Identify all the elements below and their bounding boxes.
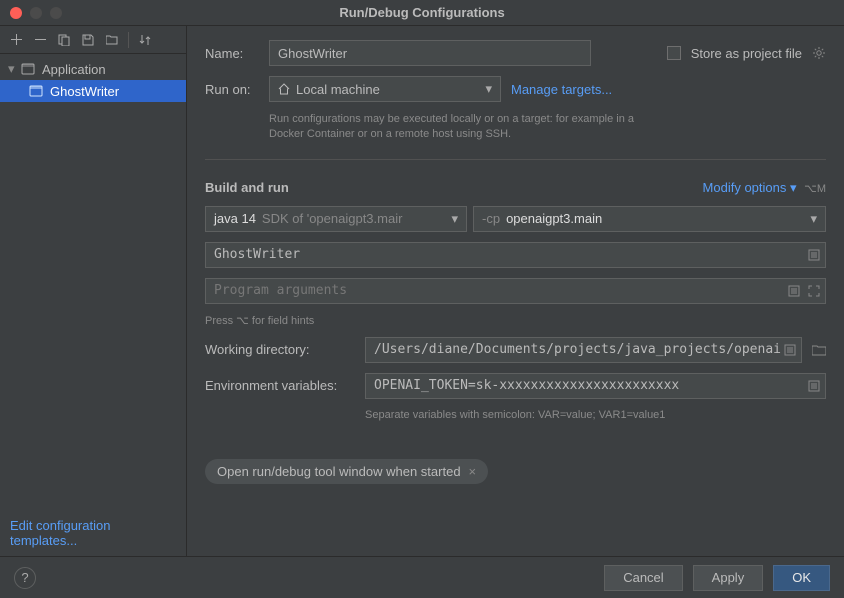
- tree-node-label: GhostWriter: [50, 84, 119, 99]
- run-on-hint: Run configurations may be executed local…: [269, 112, 649, 143]
- gear-icon[interactable]: [812, 46, 826, 60]
- manage-targets-link[interactable]: Manage targets...: [511, 82, 612, 97]
- browse-icon[interactable]: [808, 249, 820, 261]
- run-on-value: Local machine: [296, 82, 380, 97]
- browse-env-icon[interactable]: [808, 380, 820, 392]
- chevron-down-icon: ▾: [485, 81, 492, 97]
- tree-node-ghostwriter[interactable]: GhostWriter: [0, 80, 186, 102]
- save-icon[interactable]: [80, 32, 96, 48]
- env-field[interactable]: OPENAI_TOKEN=sk-xxxxxxxxxxxxxxxxxxxxxxx: [365, 373, 826, 399]
- cp-value: openaigpt3.main: [506, 211, 602, 226]
- window-title: Run/Debug Configurations: [339, 5, 504, 20]
- minimize-window-icon: [30, 7, 42, 19]
- modify-options-link[interactable]: Modify options: [703, 180, 787, 195]
- wd-value: /Users/diane/Documents/projects/java_pro…: [374, 342, 781, 357]
- home-icon: [278, 83, 290, 95]
- window-controls: [10, 7, 62, 19]
- env-label: Environment variables:: [205, 378, 355, 393]
- program-args-field[interactable]: Program arguments: [205, 278, 826, 304]
- folder-icon[interactable]: [812, 344, 826, 356]
- cancel-button[interactable]: Cancel: [604, 565, 682, 591]
- ok-button[interactable]: OK: [773, 565, 830, 591]
- open-tool-window-tag[interactable]: Open run/debug tool window when started …: [205, 459, 488, 484]
- chevron-down-icon: ▾: [8, 61, 20, 77]
- classpath-dropdown[interactable]: -cp openaigpt3.main ▾: [473, 206, 826, 232]
- env-hint: Separate variables with semicolon: VAR=v…: [365, 409, 826, 421]
- chevron-down-icon: ▾: [451, 211, 458, 227]
- tag-label: Open run/debug tool window when started: [217, 464, 461, 479]
- titlebar: Run/Debug Configurations: [0, 0, 844, 26]
- add-icon[interactable]: [8, 32, 24, 48]
- copy-icon[interactable]: [56, 32, 72, 48]
- chevron-down-icon: ▾: [810, 211, 817, 227]
- field-hints: Press ⌥ for field hints: [205, 314, 826, 327]
- jdk-dropdown[interactable]: java 14 SDK of 'openaigpt3.mair ▾: [205, 206, 467, 232]
- chevron-down-icon: ▾: [790, 180, 797, 195]
- insert-macro-icon[interactable]: [788, 285, 800, 297]
- wd-label: Working directory:: [205, 342, 355, 357]
- sort-icon[interactable]: [137, 32, 153, 48]
- name-field[interactable]: GhostWriter: [269, 40, 591, 66]
- expand-icon[interactable]: [808, 285, 820, 297]
- jdk-hint: SDK of 'openaigpt3.mair: [262, 211, 403, 226]
- cp-prefix: -cp: [482, 211, 500, 226]
- jdk-value: java 14: [214, 211, 256, 226]
- maximize-window-icon: [50, 7, 62, 19]
- run-on-dropdown[interactable]: Local machine ▾: [269, 76, 501, 102]
- main-class-field[interactable]: GhostWriter: [205, 242, 826, 268]
- run-config-icon: [28, 83, 44, 99]
- remove-icon[interactable]: [32, 32, 48, 48]
- program-args-placeholder: Program arguments: [214, 283, 347, 298]
- sidebar: ▾ Application GhostWriter Edit configura…: [0, 26, 187, 556]
- separator: [205, 159, 826, 160]
- store-project-file-checkbox[interactable]: [667, 46, 681, 60]
- edit-templates-link[interactable]: Edit configuration templates...: [0, 510, 186, 556]
- store-project-file-label: Store as project file: [691, 46, 802, 61]
- close-icon[interactable]: ×: [469, 464, 477, 479]
- run-on-label: Run on:: [205, 82, 259, 97]
- folder-open-icon[interactable]: [104, 32, 120, 48]
- inline-browse-icon[interactable]: [784, 344, 796, 356]
- close-window-icon[interactable]: [10, 7, 22, 19]
- content-panel: Name: GhostWriter Store as project file …: [187, 26, 844, 556]
- toolbar-separator: [128, 32, 129, 48]
- wd-field[interactable]: /Users/diane/Documents/projects/java_pro…: [365, 337, 802, 363]
- tree-node-application[interactable]: ▾ Application: [0, 58, 186, 80]
- tree-node-label: Application: [42, 62, 106, 77]
- name-value: GhostWriter: [278, 46, 347, 61]
- env-value: OPENAI_TOKEN=sk-xxxxxxxxxxxxxxxxxxxxxxx: [374, 378, 679, 393]
- build-run-title: Build and run: [205, 180, 289, 195]
- main-class-value: GhostWriter: [214, 247, 300, 262]
- application-icon: [20, 61, 36, 77]
- help-icon[interactable]: ?: [14, 567, 36, 589]
- apply-button[interactable]: Apply: [693, 565, 764, 591]
- config-tree: ▾ Application GhostWriter: [0, 54, 186, 510]
- name-label: Name:: [205, 46, 259, 61]
- footer: ? Cancel Apply OK: [0, 556, 844, 598]
- sidebar-toolbar: [0, 26, 186, 54]
- modify-options-shortcut: ⌥M: [804, 183, 826, 195]
